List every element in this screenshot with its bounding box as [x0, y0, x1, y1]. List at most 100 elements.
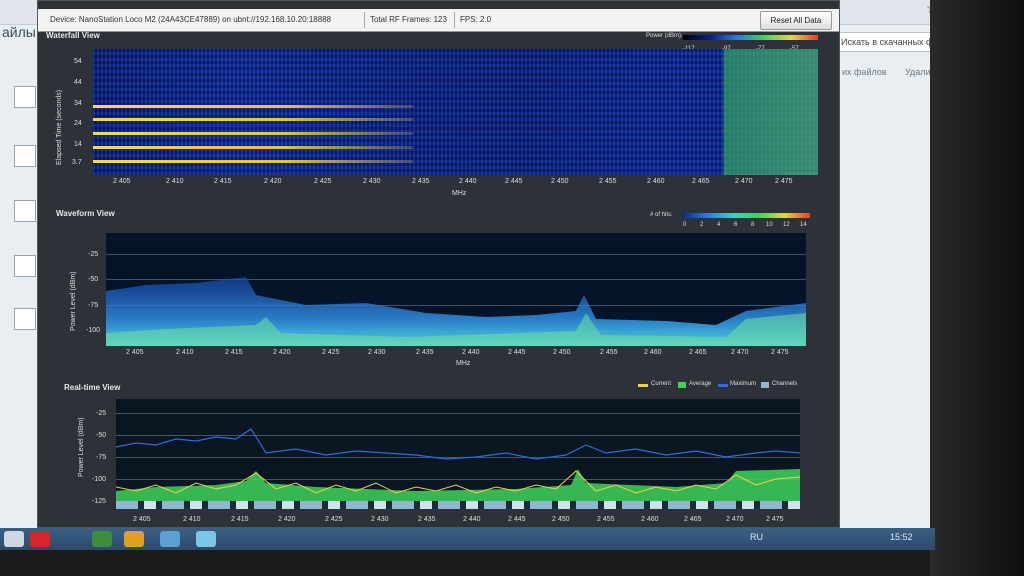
airview-window: Device: NanoStation Loco M2 (24A43CE4788…	[37, 0, 840, 528]
maximum-line	[116, 428, 800, 460]
realtime-plot[interactable]	[116, 399, 800, 507]
realtime-y-label: Power Level (dBm)	[78, 417, 85, 477]
waveform-y-tick: -75	[88, 302, 99, 309]
maximum-swatch	[718, 384, 728, 387]
legend-channels: Channels	[772, 381, 798, 387]
waveform-signal	[106, 277, 806, 346]
waterfall-signal-stripe	[93, 118, 413, 121]
start-button-icon[interactable]	[4, 531, 24, 547]
realtime-x-tick: 2 440	[463, 516, 481, 523]
device-info-bar: Device: NanoStation Loco M2 (24A43CE4788…	[38, 9, 839, 32]
download-file-icon[interactable]	[14, 145, 36, 167]
hits-legend-tick: 12	[783, 222, 790, 228]
waterfall-y-tick: 14	[74, 141, 82, 148]
hits-legend-bar	[682, 213, 810, 218]
realtime-x-tick: 2 435	[418, 516, 436, 523]
waterfall-signal-stripe	[93, 146, 413, 149]
waterfall-x-tick: 2 425	[314, 178, 332, 185]
airview-taskbar-icon[interactable]	[196, 531, 216, 547]
waveform-x-tick: 2 435	[416, 349, 434, 356]
waterfall-x-label: MHz	[452, 190, 467, 197]
waterfall-title: Waterfall View	[46, 31, 100, 40]
hits-legend-tick: 2	[700, 222, 704, 228]
realtime-y-tick: -125	[92, 498, 107, 505]
realtime-x-tick: 2 455	[597, 516, 615, 523]
waterfall-x-tick: 2 470	[735, 178, 753, 185]
realtime-x-tick: 2 475	[766, 516, 784, 523]
waterfall-signal-stripe	[93, 105, 413, 108]
waterfall-x-tick: 2 415	[214, 178, 232, 185]
waveform-plot[interactable]	[106, 233, 806, 346]
waterfall-x-tick: 2 460	[647, 178, 665, 185]
waterfall-x-tick: 2 465	[692, 178, 710, 185]
waveform-x-tick: 2 405	[126, 349, 144, 356]
download-file-icon[interactable]	[14, 200, 36, 222]
background-left-text: айлы	[2, 24, 36, 40]
waveform-y-tick: -25	[88, 251, 99, 258]
taskbar-app-icon[interactable]	[160, 531, 180, 547]
waterfall-x-tick: 2 445	[505, 178, 523, 185]
hits-legend-tick: 8	[751, 222, 755, 228]
waveform-x-tick: 2 425	[322, 349, 340, 356]
realtime-x-tick: 2 415	[231, 516, 249, 523]
reset-all-data-button[interactable]: Reset All Data	[760, 11, 832, 30]
realtime-x-tick: 2 410	[183, 516, 201, 523]
realtime-x-tick: 2 470	[726, 516, 744, 523]
fps-value: FPS: 2.0	[460, 15, 492, 24]
waterfall-x-tick: 2 420	[264, 178, 282, 185]
waveform-x-tick: 2 455	[600, 349, 618, 356]
realtime-y-tick: -25	[96, 410, 107, 417]
channels-swatch	[761, 382, 769, 388]
waveform-y-tick: -100	[86, 327, 101, 334]
waveform-x-tick: 2 415	[225, 349, 243, 356]
waveform-y-tick: -50	[88, 276, 99, 283]
power-legend-title: Power (dBm):	[646, 33, 683, 39]
hits-legend-title: # of hits:	[650, 212, 673, 218]
realtime-y-tick: -100	[92, 476, 107, 483]
waterfall-y-label: Elapsed Time (seconds)	[56, 89, 63, 165]
realtime-x-tick: 2 450	[552, 516, 570, 523]
legend-maximum: Maximum	[730, 381, 757, 387]
files-link[interactable]: их файлов	[842, 67, 887, 77]
current-swatch	[638, 384, 648, 387]
waterfall-x-tick: 2 405	[113, 178, 131, 185]
download-file-icon[interactable]	[14, 86, 36, 108]
waveform-x-label: MHz	[456, 360, 471, 367]
taskbar-app-icon[interactable]	[92, 531, 112, 547]
waterfall-y-tick: 3.7	[72, 159, 82, 166]
waveform-x-tick: 2 445	[508, 349, 526, 356]
waterfall-y-tick: 44	[74, 79, 82, 86]
download-file-icon[interactable]	[14, 255, 36, 277]
waveform-x-tick: 2 470	[731, 349, 749, 356]
waterfall-plot[interactable]	[93, 49, 818, 175]
power-legend-bar	[683, 35, 818, 40]
rf-frames: Total RF Frames: 123	[370, 15, 447, 24]
legend-average: Average	[689, 381, 712, 387]
chrome-icon[interactable]	[124, 531, 144, 547]
realtime-x-tick: 2 425	[325, 516, 343, 523]
waterfall-x-tick: 2 455	[599, 178, 617, 185]
separator	[364, 12, 365, 28]
waterfall-x-tick: 2 475	[775, 178, 793, 185]
realtime-x-tick: 2 430	[371, 516, 389, 523]
realtime-x-tick: 2 445	[508, 516, 526, 523]
waveform-x-tick: 2 420	[273, 349, 291, 356]
waterfall-signal-stripe	[93, 160, 413, 163]
waveform-x-tick: 2 450	[553, 349, 571, 356]
waterfall-y-tick: 54	[74, 58, 82, 65]
realtime-x-tick: 2 465	[684, 516, 702, 523]
waveform-y-label: Power Level (dBm)	[70, 271, 77, 331]
waveform-x-tick: 2 440	[462, 349, 480, 356]
waterfall-x-tick: 2 430	[363, 178, 381, 185]
waveform-x-tick: 2 460	[644, 349, 662, 356]
download-file-icon[interactable]	[14, 308, 36, 330]
language-indicator[interactable]: RU	[750, 532, 763, 542]
waterfall-y-tick: 24	[74, 120, 82, 127]
realtime-x-tick: 2 420	[278, 516, 296, 523]
waveform-x-tick: 2 465	[689, 349, 707, 356]
waterfall-signal-stripe	[93, 132, 413, 135]
realtime-x-tick: 2 405	[133, 516, 151, 523]
yandex-icon[interactable]	[30, 531, 50, 547]
channels-strip[interactable]	[116, 501, 800, 509]
waterfall-x-tick: 2 440	[459, 178, 477, 185]
